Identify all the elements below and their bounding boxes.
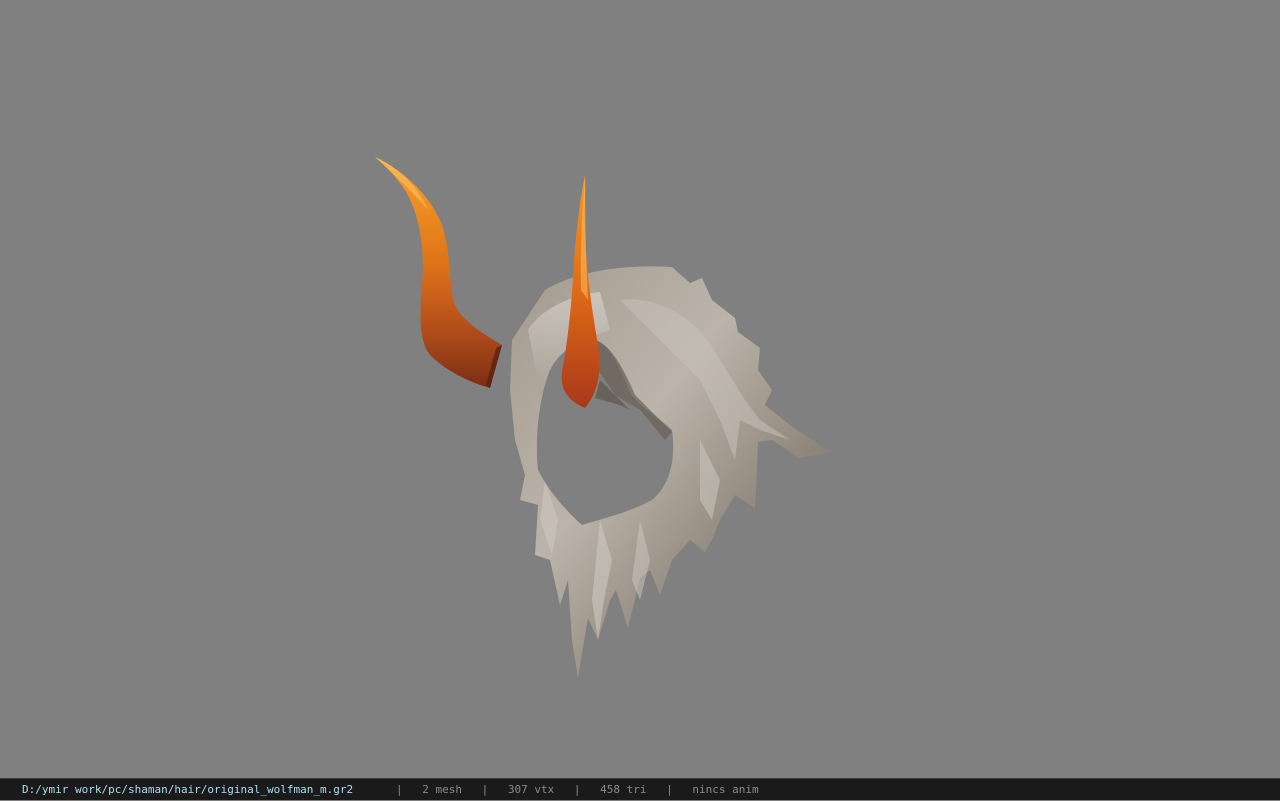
separator: | (396, 783, 403, 796)
separator: | (666, 783, 673, 796)
separator: | (573, 783, 581, 796)
separator: | (481, 783, 489, 796)
status-bar: D:/ymir work/pc/shaman/hair/original_wol… (0, 778, 1280, 800)
animation-info: nincs anim (692, 783, 759, 796)
model-render (375, 157, 830, 678)
file-path: D:/ymir work/pc/shaman/hair/original_wol… (22, 783, 354, 796)
triangle-count: 458 tri (600, 783, 647, 796)
hair-mesh (510, 266, 830, 678)
3d-viewport[interactable] (0, 0, 1280, 778)
left-horn (375, 157, 502, 388)
mesh-count: 2 mesh (422, 783, 462, 796)
vertex-count: 307 vtx (507, 783, 555, 796)
model-stats: | 2 mesh | 307 vtx | 458 tri | nincs ani… (396, 779, 759, 801)
